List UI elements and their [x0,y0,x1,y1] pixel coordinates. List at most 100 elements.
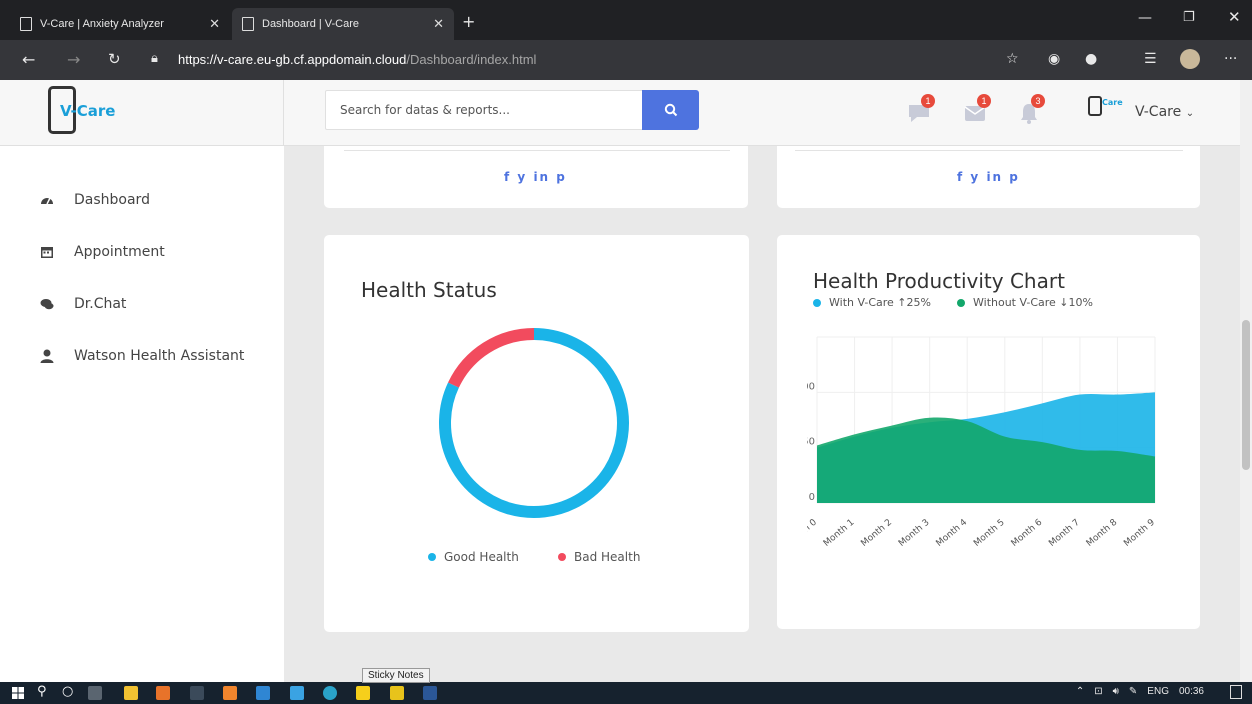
more-options-icon[interactable]: ··· [1224,51,1237,67]
alerts-button[interactable]: 3 [1017,94,1045,124]
legend-good-health: Good Health [428,550,519,564]
health-status-title: Health Status [361,278,497,302]
linkedin-icon[interactable]: in [533,170,550,184]
address-bar: ← → ↻ 🔒︎ https://v-care.eu-gb.cf.appdoma… [0,40,1252,80]
back-icon[interactable]: ← [22,50,35,69]
close-window-icon[interactable]: ✕ [1228,8,1241,26]
store-icon[interactable] [124,686,138,700]
logo-prefix: V- [60,102,77,120]
y-tick-label: 50 [807,437,815,448]
health-status-card: Health Status Good Health Bad Health [324,235,749,632]
browser-tab-bar: V-Care | Anxiety Analyzer ✕ Dashboard | … [0,0,1252,40]
notifications-icon[interactable] [1230,685,1242,699]
new-tab-icon[interactable]: + [462,12,475,31]
x-tick-label: Month 0 [807,517,819,548]
user-logo[interactable]: Care [1088,96,1128,116]
profile-avatar[interactable] [1180,49,1200,69]
sidebar-item-watson[interactable]: Watson Health Assistant [40,348,244,364]
tab-anxiety-analyzer[interactable]: V-Care | Anxiety Analyzer ✕ [10,8,230,40]
health-status-donut [439,328,629,518]
legend-label: Good Health [444,550,519,564]
tab-dashboard[interactable]: Dashboard | V-Care ✕ [232,8,454,40]
page-icon [20,17,32,31]
pen-icon[interactable]: ✎ [1129,686,1137,697]
minimize-icon[interactable]: — [1138,10,1152,26]
chevron-down-icon: ⌄ [1185,108,1195,119]
messages-button[interactable]: 1 [907,94,935,124]
x-tick-label: Month 2 [859,518,894,549]
productivity-card: Health Productivity Chart With V-Care ↑2… [777,235,1200,629]
word-icon[interactable] [423,686,437,700]
x-tick-label: Month 9 [1122,517,1157,548]
user-name: V-Care [1135,104,1182,120]
clock[interactable]: 00:36 [1179,686,1204,697]
file-explorer-icon[interactable] [256,686,270,700]
sidebar-item-dashboard[interactable]: Dashboard [40,192,150,208]
legend-without-vcare: Without V-Care ↓10% [957,296,1093,309]
alerts-badge: 3 [1031,94,1045,108]
mail-badge: 1 [977,94,991,108]
pinterest-icon[interactable]: p [556,170,567,184]
linkedin-icon[interactable]: in [986,170,1003,184]
mail-app-icon[interactable] [290,686,304,700]
windows-start-icon[interactable] [12,687,24,699]
scrollbar-thumb[interactable] [1242,320,1250,470]
pinterest-icon[interactable]: p [1009,170,1020,184]
task-view-icon[interactable] [88,686,102,700]
legend-dot [957,298,965,307]
sublime-icon[interactable] [156,686,170,700]
page-scrollbar[interactable] [1240,80,1252,682]
sidebar-item-appointment[interactable]: Appointment [40,244,165,260]
facebook-icon[interactable]: f [504,170,511,184]
cortana-icon[interactable]: ○ [62,684,73,699]
chevron-up-icon[interactable]: ⌃ [1076,686,1084,697]
forward-icon[interactable]: → [67,50,80,69]
tab-title: Dashboard | V-Care [262,18,360,30]
profile-card-left: f y in p [324,146,748,208]
terminal-icon[interactable] [190,686,204,700]
sidebar-item-label: Watson Health Assistant [74,348,245,364]
volume-icon[interactable]: 🔊︎ [1113,686,1119,697]
mail-button[interactable]: 1 [963,94,991,124]
network-icon[interactable]: ⊡ [1094,686,1102,697]
notes-icon[interactable] [390,686,404,700]
user-menu[interactable]: V-Care ⌄ [1135,104,1194,120]
close-tab-icon[interactable]: ✕ [433,16,444,32]
legend-dot [428,553,436,561]
url-host: https://v-care.eu-gb.cf.appdomain.cloud [178,52,407,67]
user-icon [40,349,54,363]
social-links: f y in p [957,170,1020,184]
x-tick-label: Month 6 [1010,517,1045,548]
edge-icon[interactable] [323,686,337,700]
favorites-icon[interactable]: ☰ [1144,51,1157,67]
sticky-notes-icon[interactable] [356,686,370,700]
profile-card-right: f y in p [777,146,1200,208]
language-indicator[interactable]: ENG [1147,686,1169,697]
search-icon[interactable]: ⚲ [37,684,47,699]
search-button[interactable] [642,90,699,130]
lock-icon: 🔒︎ [151,51,158,66]
messages-badge: 1 [921,94,935,108]
url-field[interactable]: https://v-care.eu-gb.cf.appdomain.cloud/… [178,52,536,67]
twitter-icon[interactable]: y [970,170,980,184]
refresh-icon[interactable]: ↻ [108,50,121,68]
restore-icon[interactable]: ❐ [1183,10,1195,25]
favorite-star-icon[interactable]: ☆ [1006,51,1019,67]
windows-taskbar: ⚲ ○ ⌃ ⊡ 🔊︎ ✎ ENG 00:36 [0,682,1252,704]
main-content: f y in p f y in p Health Status Good Hea… [284,146,1240,682]
twitter-icon[interactable]: y [517,170,527,184]
legend-dot [558,553,566,561]
x-tick-label: Month 1 [822,518,857,549]
search-input[interactable]: Search for datas & reports... [325,90,643,130]
app-logo[interactable]: V-Care [60,102,115,120]
sidebar-item-drchat[interactable]: Dr.Chat [40,296,126,312]
close-tab-icon[interactable]: ✕ [209,16,220,32]
tracking-icon[interactable]: ● [1085,51,1097,67]
facebook-icon[interactable]: f [957,170,964,184]
taskbar-tooltip: Sticky Notes [362,668,430,683]
legend-bad-health: Bad Health [558,550,640,564]
app-header: V-Care Search for datas & reports... 1 1… [0,80,1240,146]
extension-icon[interactable]: ◉ [1048,51,1060,67]
y-tick-label: 0 [809,492,815,503]
app-icon[interactable] [223,686,237,700]
